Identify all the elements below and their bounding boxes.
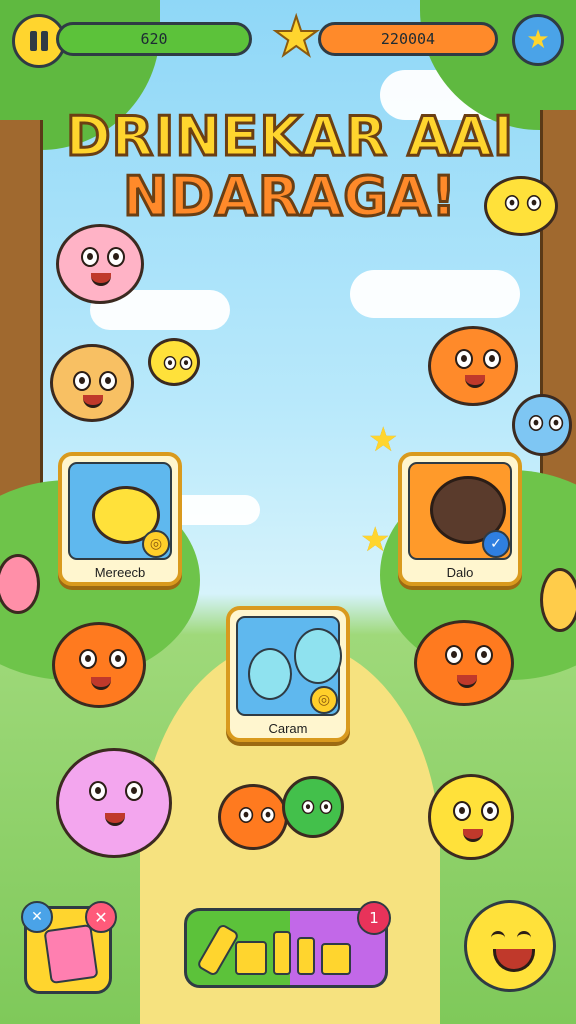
tools-icon	[195, 922, 351, 978]
creature-orange-left[interactable]	[52, 622, 146, 708]
creature-card-3[interactable]: ◎ Caram	[226, 606, 350, 742]
badge-count: 1	[369, 909, 379, 927]
creature-yellow-right-edge[interactable]	[540, 568, 576, 632]
creature-orange-top-right[interactable]	[428, 326, 518, 406]
star-icon: ★	[271, 5, 321, 68]
creature-card-2[interactable]: ✓ Dalo	[398, 452, 522, 586]
creature-yellow-tree[interactable]	[484, 176, 558, 236]
creature-green-small[interactable]	[282, 776, 344, 838]
star-icon: ★	[368, 420, 399, 460]
close-icon[interactable]: ✕	[85, 901, 117, 933]
creature-yellow-small[interactable]	[148, 338, 200, 386]
score-value: 620	[140, 30, 168, 48]
creature-tan-sun[interactable]	[50, 344, 134, 422]
creature-pink-winged[interactable]	[56, 224, 144, 304]
creature-pink-big[interactable]	[56, 748, 172, 858]
star-icon: ★	[360, 520, 391, 560]
check-badge-icon: ✓	[482, 530, 510, 558]
creature-card-1[interactable]: ◎ Mereecb	[58, 452, 182, 586]
title-line-2: NDARAGA!	[122, 165, 458, 228]
star-badge-icon: ★	[526, 25, 550, 55]
coin-badge-icon: ◎	[310, 686, 338, 714]
title-line-1: DRINEKAR AAI	[64, 105, 515, 168]
coin-badge-icon: ◎	[142, 530, 170, 558]
tools-button[interactable]: 1	[184, 901, 391, 988]
pause-icon	[30, 31, 48, 51]
game-scene: 620 ★ 220004 ★ DRINEKAR AAI NDARAGA! ★ ★…	[0, 0, 576, 1024]
creature-yellow-bottom-right[interactable]	[428, 774, 514, 860]
close-icon[interactable]: ✕	[21, 901, 53, 933]
smiley-button[interactable]	[464, 900, 556, 992]
card-label: Caram	[268, 721, 308, 736]
cloud	[350, 270, 520, 318]
game-title: DRINEKAR AAI NDARAGA!	[40, 105, 540, 228]
card-deck-icon	[43, 923, 99, 985]
creature-orange-right[interactable]	[414, 620, 514, 706]
notification-badge: 1	[357, 901, 391, 935]
smiley-icon	[467, 903, 553, 989]
score-bar: 620	[56, 22, 252, 56]
card-label: Mereecb	[94, 565, 146, 580]
deck-button[interactable]: ✕ ✕	[21, 901, 117, 994]
coins-value: 220004	[380, 30, 436, 48]
creature-orange-small[interactable]	[218, 784, 288, 850]
settings-button[interactable]: ★	[512, 14, 564, 66]
coins-bar: 220004	[318, 22, 498, 56]
creature-blue-right[interactable]	[512, 394, 572, 456]
card-label: Dalo	[446, 565, 474, 580]
tree-trunk-left	[0, 120, 43, 500]
